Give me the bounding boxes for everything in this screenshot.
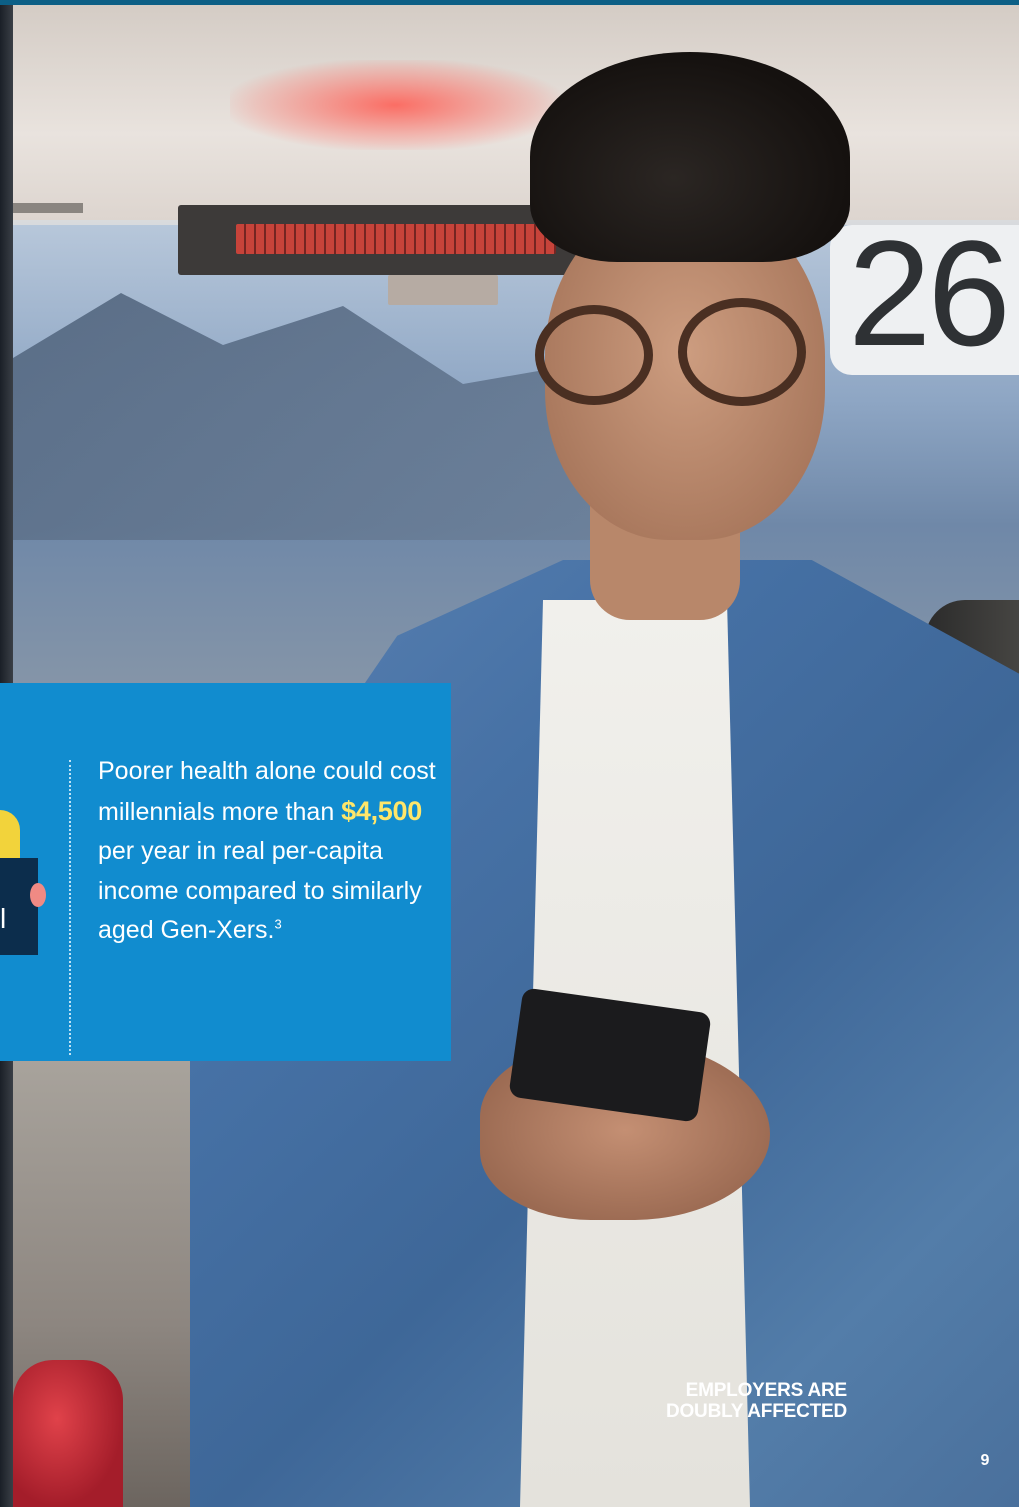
red-bag <box>13 1360 123 1507</box>
glasses-left-lens <box>535 305 653 405</box>
ceiling-strip <box>13 203 83 213</box>
side-tab-letter: l <box>0 903 7 934</box>
pink-connector-dot <box>30 883 46 907</box>
page-number: 9 <box>980 1452 990 1469</box>
callout-text-after: per year in real per-capita income compa… <box>98 837 422 944</box>
glasses-right-lens <box>678 298 806 406</box>
train-number-text: 26 <box>848 209 1011 377</box>
man-hair <box>530 52 850 262</box>
report-page: 26 l Poorer health alone could cost mill… <box>0 0 1019 1507</box>
section-label: EMPLOYERS ARE DOUBLY AFFECTED <box>665 1380 847 1422</box>
ceiling-light-glow <box>230 60 560 150</box>
led-sign-mount <box>388 275 498 305</box>
led-sign-display <box>236 224 556 254</box>
stat-callout-text: Poorer health alone could cost millennia… <box>98 752 438 951</box>
callout-highlight-amount: $4,500 <box>341 795 422 826</box>
dotted-divider <box>69 760 71 1055</box>
top-rule <box>0 0 1019 5</box>
footnote-marker[interactable]: 3 <box>275 917 282 932</box>
